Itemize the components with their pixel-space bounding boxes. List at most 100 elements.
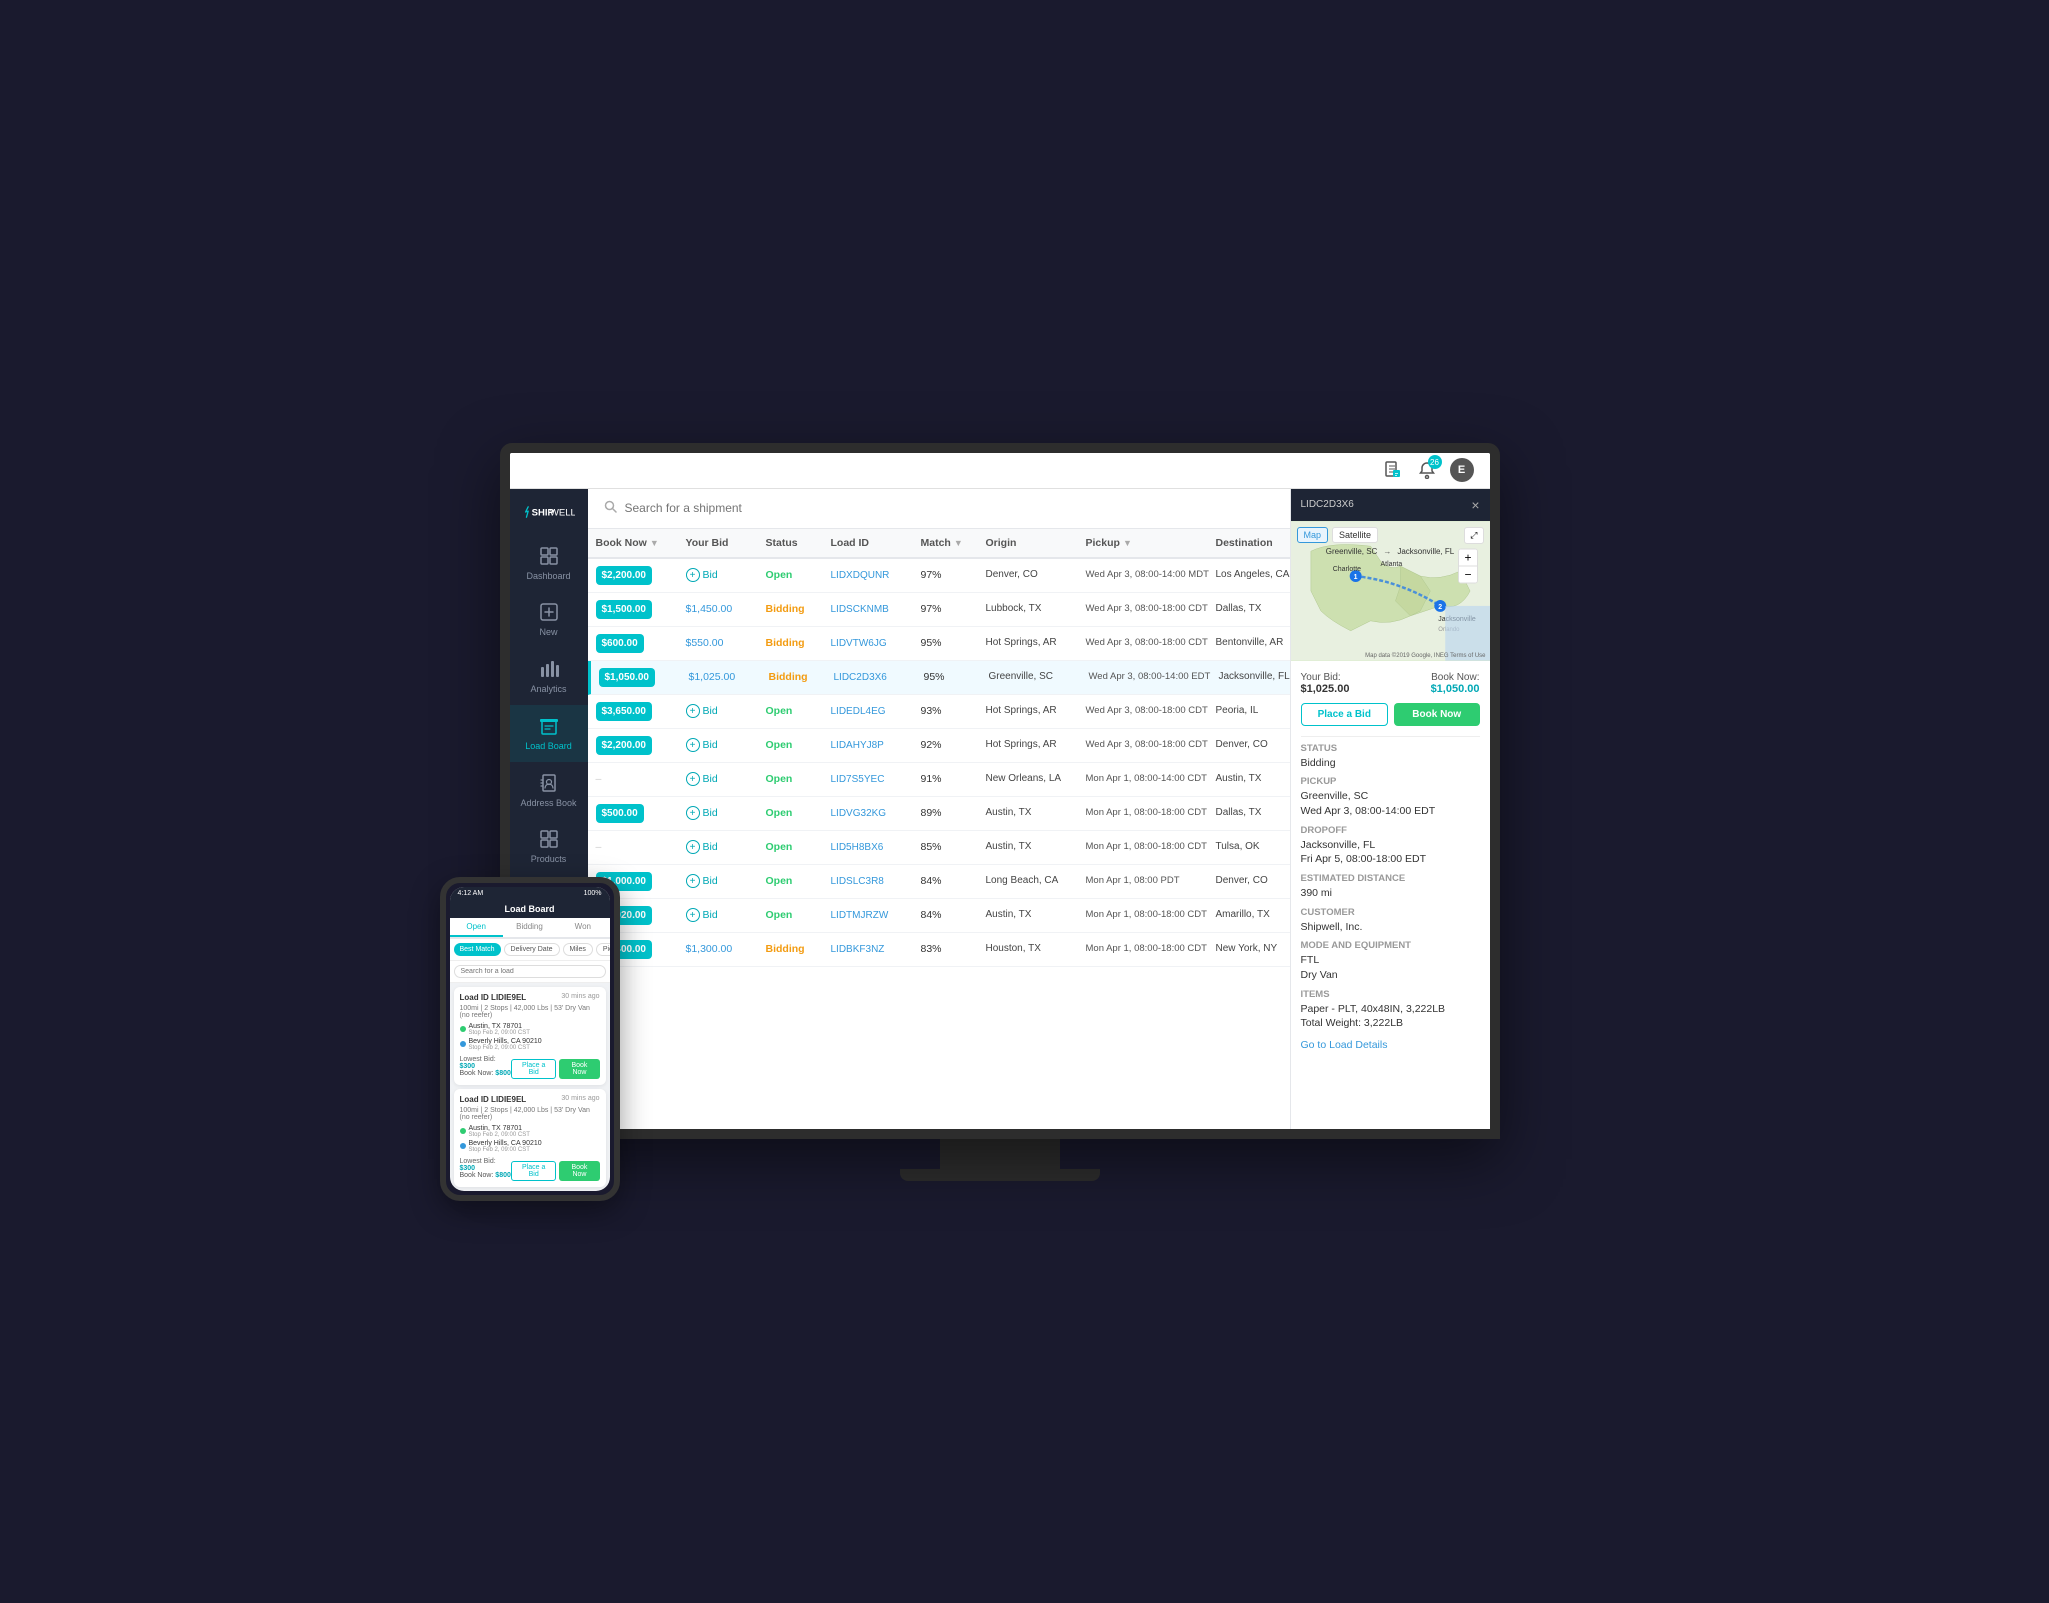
phone-card-2[interactable]: Load ID LIDIE9EL 30 mins ago 100mi | 2 S…	[454, 1089, 606, 1187]
table-row[interactable]: – + Bid Open LID7S5YEC 91% New Orleans, …	[588, 763, 1290, 797]
cell-status: Open	[766, 807, 831, 819]
filter-pickup-date[interactable]: Pickup Date	[596, 943, 610, 956]
bid-link[interactable]: + Bid	[686, 908, 766, 922]
load-id-link[interactable]: LID7S5YEC	[831, 774, 885, 785]
filter-miles[interactable]: Miles	[563, 943, 593, 956]
status-badge: Open	[766, 875, 793, 887]
table-row[interactable]: $1,000.00 + Bid Open LIDSLC3R8 84% Long …	[588, 865, 1290, 899]
load-id-link[interactable]: LIDVTW6JG	[831, 638, 887, 649]
load-id-link[interactable]: LIDTMJRZW	[831, 910, 889, 921]
document-icon[interactable]	[1382, 459, 1404, 481]
zoom-out-button[interactable]: −	[1459, 566, 1476, 582]
load-id-link[interactable]: LIDEDL4EG	[831, 706, 886, 717]
new-label: New	[539, 627, 557, 638]
map-expand-button[interactable]: ⤢	[1464, 527, 1483, 544]
status-badge: Open	[766, 705, 793, 717]
table-row[interactable]: $500.00 + Bid Open LIDVG32KG 89% Austin,…	[588, 797, 1290, 831]
phone-place-bid-button-2[interactable]: Place a Bid	[511, 1161, 556, 1181]
bid-link[interactable]: + Bid	[686, 772, 766, 786]
cell-your-bid: $550.00	[686, 637, 766, 649]
filter-delivery-date[interactable]: Delivery Date	[504, 943, 560, 956]
bid-link[interactable]: + Bid	[686, 806, 766, 820]
table-row[interactable]: $1,500.00 $1,450.00 Bidding LIDSCKNMB 97…	[588, 593, 1290, 627]
book-now-cell-button[interactable]: $2,200.00	[596, 566, 653, 585]
sidebar-item-new[interactable]: New	[510, 591, 588, 648]
table-row[interactable]: $2,200.00 + Bid Open LIDXDQUNR 97% Denve…	[588, 559, 1290, 593]
book-now-cell-button[interactable]: $3,650.00	[596, 702, 653, 721]
load-id-link[interactable]: LIDBKF3NZ	[831, 944, 885, 955]
col-book-now[interactable]: Book Now ▼	[596, 537, 686, 549]
phone-card-1[interactable]: Load ID LIDIE9EL 30 mins ago 100mi | 2 S…	[454, 987, 606, 1085]
cell-status: Open	[766, 909, 831, 921]
app-layout: SHIP WELL	[510, 489, 1490, 1129]
phone-book-now-button-1[interactable]: Book Now	[559, 1059, 599, 1079]
book-now-cell-button[interactable]: $1,050.00	[599, 668, 656, 687]
phone-place-bid-button-1[interactable]: Place a Bid	[511, 1059, 556, 1079]
sidebar-item-load-board[interactable]: Load Board	[510, 705, 588, 762]
table-row[interactable]: $600.00 $550.00 Bidding LIDVTW6JG 95% Ho…	[588, 627, 1290, 661]
bid-link[interactable]: + Bid	[686, 874, 766, 888]
phone-book-now-button-2[interactable]: Book Now	[559, 1161, 599, 1181]
table-row[interactable]: $2,200.00 + Bid Open LIDAHYJ8P 92% Hot S…	[588, 729, 1290, 763]
filter-best-match[interactable]: Best Match	[454, 943, 501, 956]
sidebar-item-dashboard[interactable]: Dashboard	[510, 535, 588, 592]
cell-pickup: Wed Apr 3, 08:00-18:00 CDT	[1086, 704, 1216, 717]
table-row[interactable]: $1,020.00 + Bid Open LIDTMJRZW 84% Austi…	[588, 899, 1290, 933]
phone-card-2-time: 30 mins ago	[561, 1095, 599, 1104]
cell-status: Open	[766, 841, 831, 853]
load-id-link[interactable]: LID5H8BX6	[831, 842, 884, 853]
monitor-screen: 26 E SHIP WELL	[500, 443, 1500, 1139]
phone-battery: 100%	[584, 890, 602, 897]
phone-book-now-label: Book Now: $800	[460, 1070, 512, 1077]
load-id-link[interactable]: LIDSLC3R8	[831, 876, 884, 887]
load-id-link[interactable]: LIDXDQUNR	[831, 570, 890, 581]
book-now-cell-button[interactable]: $1,500.00	[596, 600, 653, 619]
cell-status: Open	[766, 739, 831, 751]
phone-search-input[interactable]	[454, 965, 606, 978]
items-value: Paper - PLT, 40x48IN, 3,222LB Total Weig…	[1301, 1002, 1480, 1031]
dropoff-section: Dropoff Jacksonville, FL Fri Apr 5, 08:0…	[1301, 825, 1480, 867]
sidebar-item-products[interactable]: Products	[510, 818, 588, 875]
zoom-in-button[interactable]: +	[1459, 549, 1476, 565]
load-id-link[interactable]: LIDC2D3X6	[834, 672, 887, 683]
est-distance-section: Estimated Distance 390 mi	[1301, 873, 1480, 901]
bid-link[interactable]: + Bid	[686, 568, 766, 582]
phone-stop-2-date: Stop Feb 2, 09:00 CST	[469, 1045, 542, 1051]
phone-tab-won[interactable]: Won	[556, 918, 609, 937]
table-row[interactable]: – + Bid Open LID5H8BX6 85% Austin, TX Mo…	[588, 831, 1290, 865]
bid-link[interactable]: + Bid	[686, 840, 766, 854]
col-match[interactable]: Match ▼	[921, 537, 986, 549]
load-id-link[interactable]: LIDSCKNMB	[831, 604, 889, 615]
bid-link[interactable]: + Bid	[686, 704, 766, 718]
col-status: Status	[766, 537, 831, 549]
divider-1	[1301, 736, 1480, 737]
cell-pickup: Mon Apr 1, 08:00-18:00 CDT	[1086, 806, 1216, 819]
sidebar-item-address-book[interactable]: Address Book	[510, 762, 588, 819]
book-now-button[interactable]: Book Now	[1394, 703, 1480, 726]
map-tab-satellite[interactable]: Satellite	[1332, 527, 1378, 543]
go-to-details-link[interactable]: Go to Load Details	[1301, 1039, 1480, 1051]
table-row[interactable]: $1,050.00 $1,025.00 Bidding LIDC2D3X6 95…	[588, 661, 1290, 695]
book-now-cell-button[interactable]: $2,200.00	[596, 736, 653, 755]
new-icon	[538, 601, 560, 623]
notification-icon[interactable]: 26	[1416, 459, 1438, 481]
bid-link[interactable]: + Bid	[686, 738, 766, 752]
cell-load-id: LID7S5YEC	[831, 773, 921, 785]
sidebar-item-analytics[interactable]: Analytics	[510, 648, 588, 705]
col-pickup[interactable]: Pickup ▼	[1086, 537, 1216, 549]
load-id-link[interactable]: LIDVG32KG	[831, 808, 887, 819]
load-id-link[interactable]: LIDAHYJ8P	[831, 740, 884, 751]
book-now-cell-button[interactable]: $600.00	[596, 634, 644, 653]
place-bid-button[interactable]: Place a Bid	[1301, 703, 1389, 726]
table-row[interactable]: $1,400.00 $1,300.00 Bidding LIDBKF3NZ 83…	[588, 933, 1290, 967]
search-input[interactable]	[625, 501, 1274, 515]
table-row[interactable]: $3,650.00 + Bid Open LIDEDL4EG 93% Hot S…	[588, 695, 1290, 729]
map-tab-map[interactable]: Map	[1297, 527, 1329, 543]
cell-status: Bidding	[769, 671, 834, 683]
analytics-icon	[538, 658, 560, 680]
phone-tab-bidding[interactable]: Bidding	[503, 918, 556, 937]
phone-tab-open[interactable]: Open	[450, 918, 503, 937]
book-now-cell-button[interactable]: $500.00	[596, 804, 644, 823]
close-panel-button[interactable]: ×	[1471, 497, 1479, 513]
user-avatar[interactable]: E	[1450, 458, 1474, 482]
